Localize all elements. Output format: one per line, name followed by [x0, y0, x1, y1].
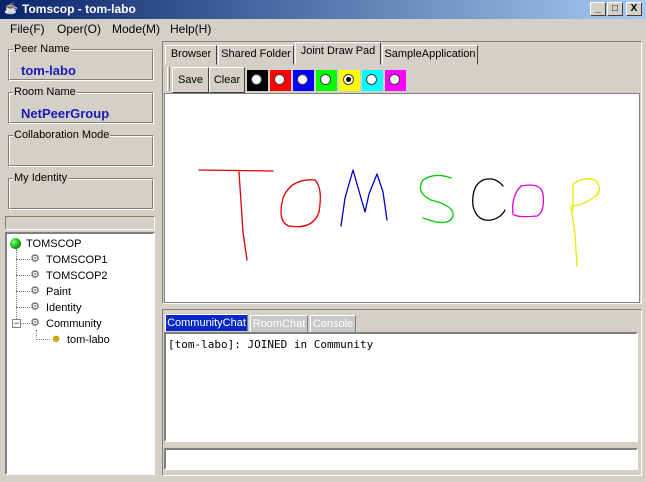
online-status-icon: [10, 238, 21, 249]
peer-tree[interactable]: TOMSCOP ⚙ TOMSCOP1 ⚙ TOMSCOP2 ⚙ Paint ⚙ …: [5, 232, 155, 475]
tree-item-community[interactable]: Community: [46, 318, 102, 330]
peer-name-value: tom-labo: [21, 63, 76, 78]
user-icon: ☻: [50, 333, 62, 345]
tree-root-tomscop[interactable]: TOMSCOP: [26, 238, 81, 250]
draw-canvas[interactable]: [164, 93, 640, 303]
color-black-swatch[interactable]: [247, 70, 268, 91]
tab-room-chat[interactable]: RoomChat: [250, 315, 308, 333]
stroke-letter-c: [472, 178, 506, 221]
tree-item-tomscop1[interactable]: TOMSCOP1: [46, 254, 108, 266]
peer-group-icon: ⚙: [30, 285, 40, 297]
color-red-swatch[interactable]: [270, 70, 291, 91]
java-app-icon: ☕: [4, 3, 18, 15]
peer-group-icon: ⚙: [30, 269, 40, 281]
collaboration-mode-label: Collaboration Mode: [13, 129, 111, 141]
tab-community-chat[interactable]: CommunityChat: [165, 314, 248, 332]
tab-sample-application[interactable]: SampleApplication: [382, 45, 478, 65]
menu-help[interactable]: Help(H): [170, 22, 211, 36]
tab-browser[interactable]: Browser: [165, 45, 217, 65]
tree-line: [16, 249, 17, 323]
chat-input[interactable]: [164, 448, 638, 470]
tree-item-paint[interactable]: Paint: [46, 286, 71, 298]
stroke-letter-o2: [512, 184, 545, 218]
save-button[interactable]: Save: [172, 67, 209, 93]
tree-item-tomscop2[interactable]: TOMSCOP2: [46, 270, 108, 282]
tree-item-tom-labo[interactable]: tom-labo: [67, 334, 110, 346]
tree-item-identity[interactable]: Identity: [46, 302, 81, 314]
tab-shared-folder[interactable]: Shared Folder: [218, 45, 294, 65]
stroke-letter-s: [419, 174, 454, 224]
chat-log[interactable]: [tom-labo]: JOINED in Community: [164, 332, 638, 442]
collapse-toggle-icon[interactable]: −: [12, 319, 21, 328]
menu-bar: File(F) Oper(O) Mode(M) Help(H): [0, 19, 646, 39]
peer-group-icon: ⚙: [30, 317, 40, 329]
clear-button[interactable]: Clear: [209, 67, 245, 93]
chat-log-text: [tom-labo]: JOINED in Community: [168, 338, 374, 351]
toolbar-grip[interactable]: [167, 67, 170, 91]
peer-name-label: Peer Name: [13, 43, 71, 55]
close-button[interactable]: X: [626, 2, 642, 16]
my-identity-label: My Identity: [13, 172, 69, 184]
title-bar[interactable]: ☕ Tomscop - tom-labo _ □ X: [0, 0, 646, 19]
color-yellow-swatch[interactable]: [339, 70, 360, 91]
stroke-letter-o: [280, 179, 321, 228]
peer-group-icon: ⚙: [30, 253, 40, 265]
tab-console[interactable]: Console: [310, 315, 356, 333]
stroke-letter-p: [570, 178, 601, 267]
minimize-button[interactable]: _: [590, 2, 606, 16]
menu-file[interactable]: File(F): [10, 22, 45, 36]
color-magenta-swatch[interactable]: [385, 70, 406, 91]
maximize-button[interactable]: □: [607, 2, 623, 16]
menu-oper[interactable]: Oper(O): [57, 22, 101, 36]
room-name-value: NetPeerGroup: [21, 106, 110, 121]
tab-joint-draw-pad[interactable]: Joint Draw Pad: [295, 42, 381, 65]
room-name-label: Room Name: [13, 86, 77, 98]
menu-mode[interactable]: Mode(M): [112, 22, 160, 36]
peer-group-icon: ⚙: [30, 301, 40, 313]
color-cyan-swatch[interactable]: [362, 70, 383, 91]
window-title: Tomscop - tom-labo: [22, 2, 136, 16]
stroke-letter-m: [340, 169, 388, 227]
color-blue-swatch[interactable]: [293, 70, 314, 91]
stroke-letter-t: [198, 169, 274, 261]
color-green-swatch[interactable]: [316, 70, 337, 91]
left-splitter[interactable]: [5, 216, 155, 230]
